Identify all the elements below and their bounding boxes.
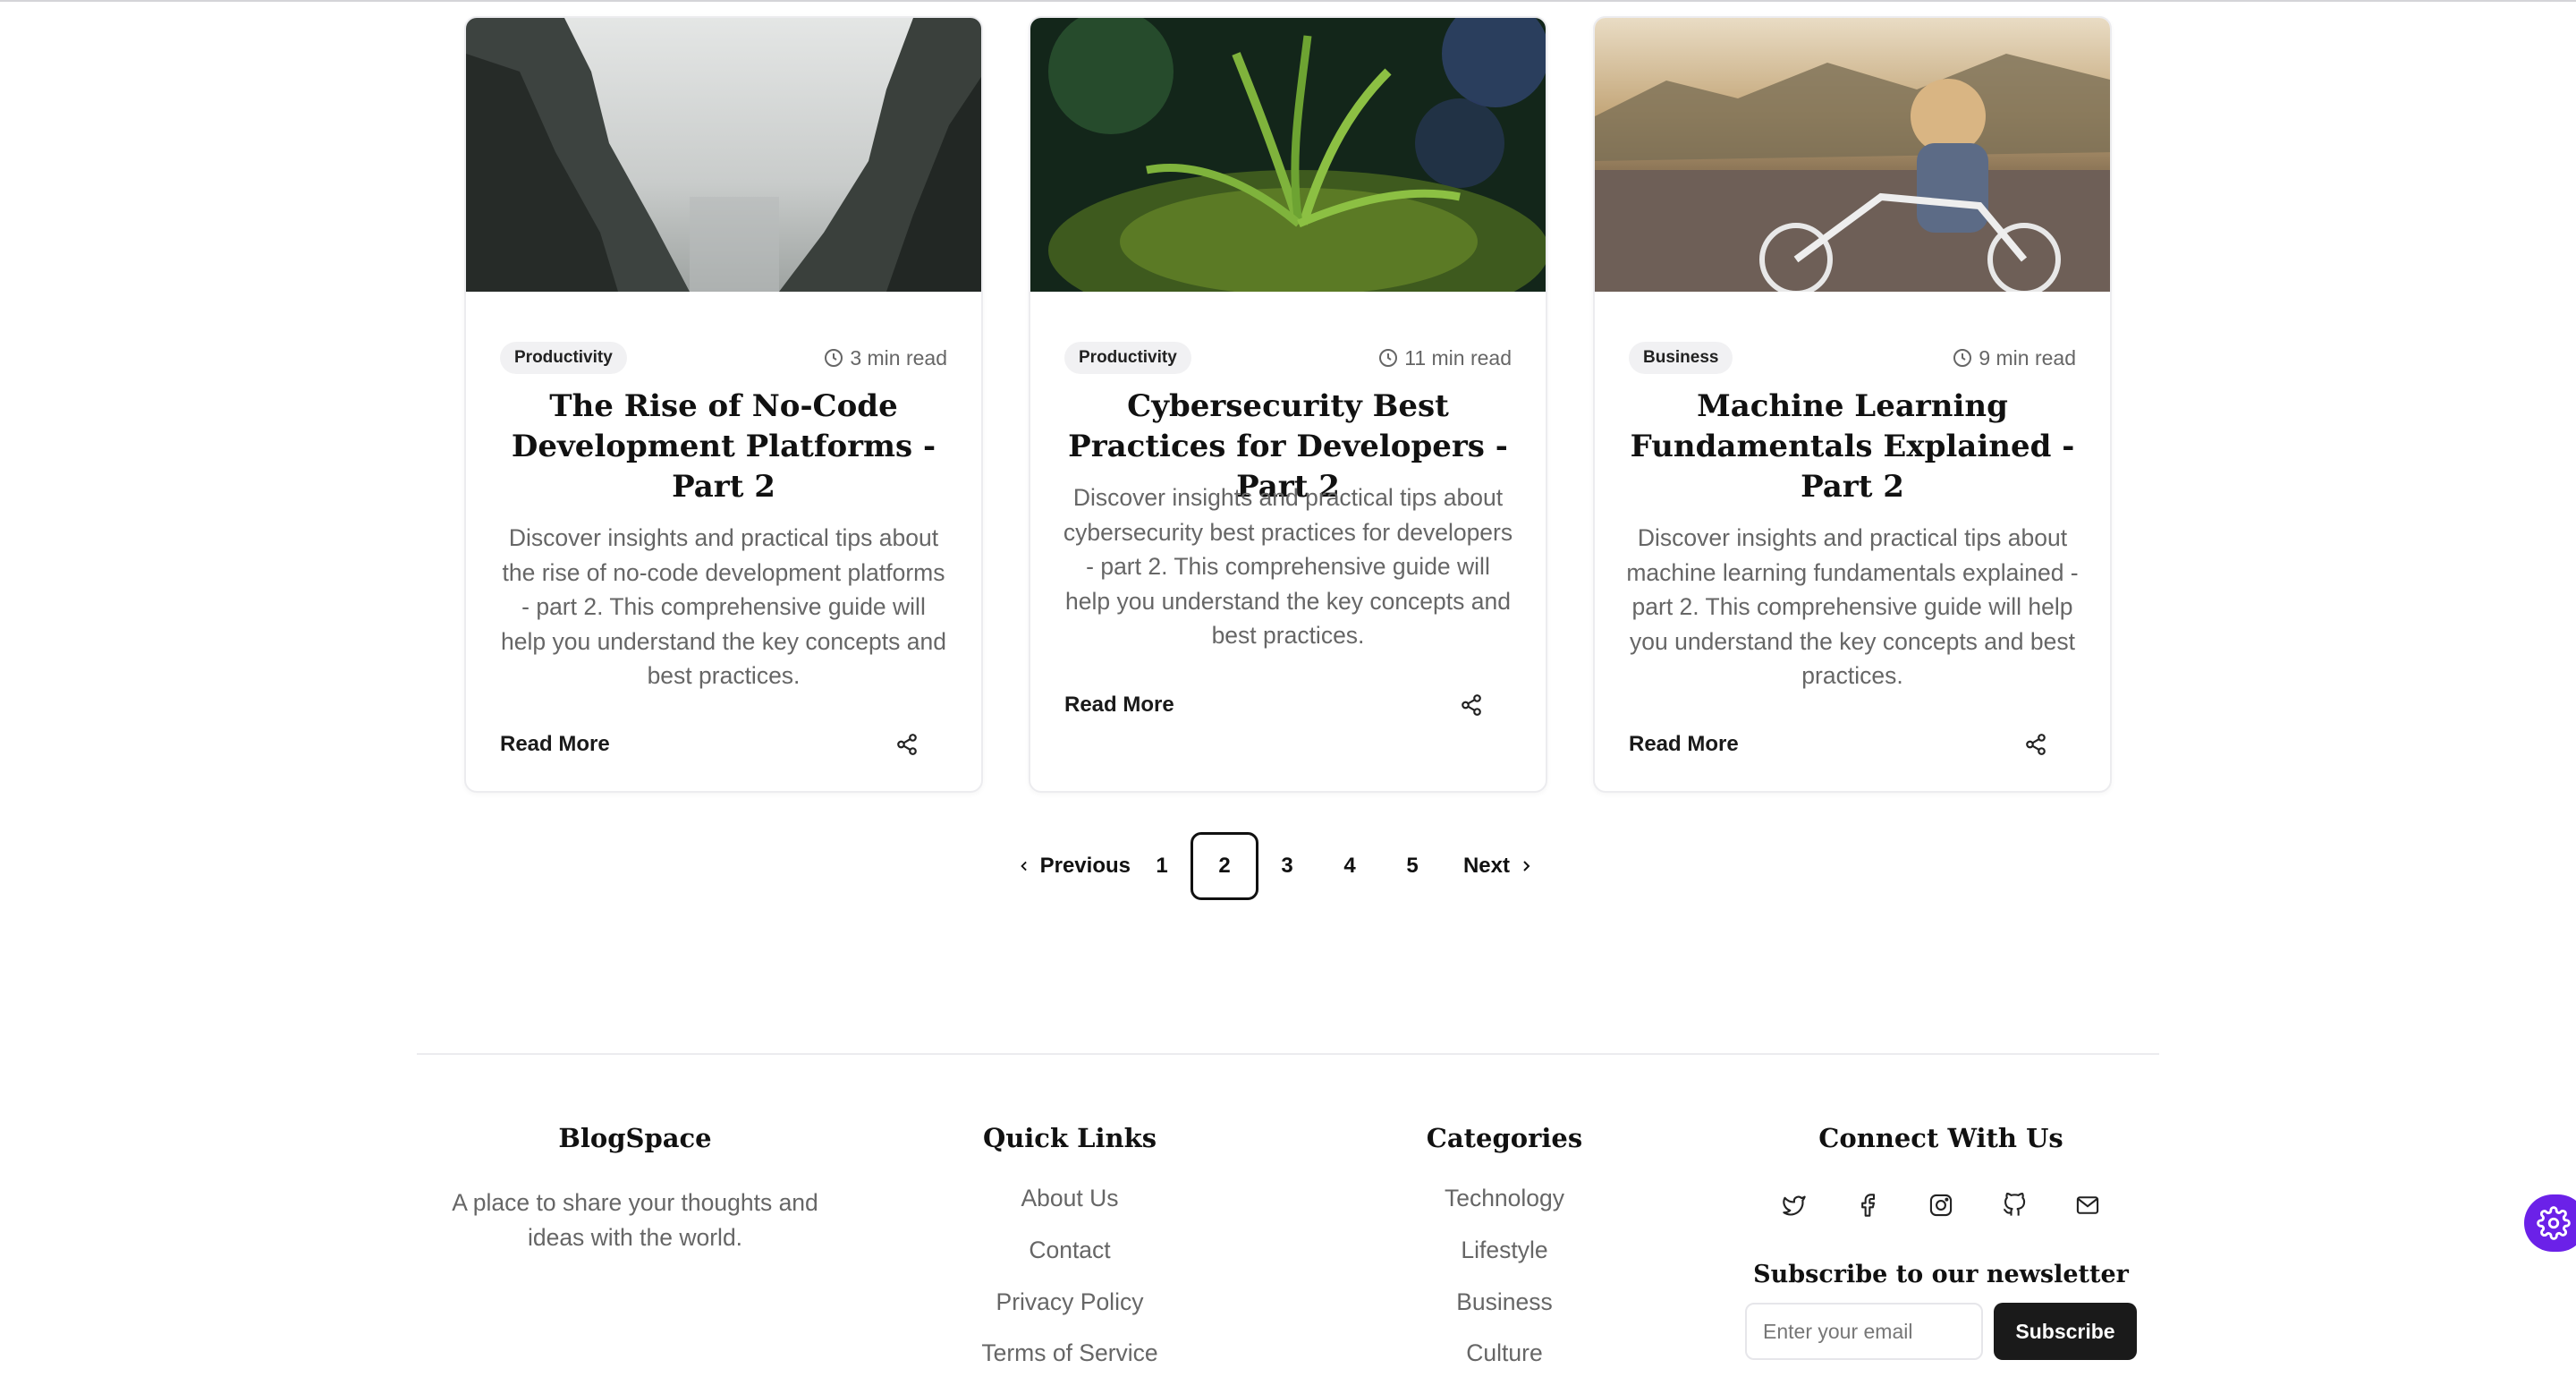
footer-link-privacy[interactable]: Privacy Policy <box>927 1277 1213 1329</box>
page-button-3[interactable]: 3 <box>1256 832 1318 900</box>
facebook-icon <box>1861 1194 1876 1217</box>
connect-heading: Connect With Us <box>1818 1123 2063 1153</box>
next-page-button[interactable]: Next <box>1444 854 1533 879</box>
read-time: 9 min read <box>1952 346 2076 370</box>
footer-category-lifestyle[interactable]: Lifestyle <box>1379 1225 1630 1277</box>
email-link[interactable] <box>2075 1193 2100 1218</box>
read-more-link[interactable]: Read More <box>500 732 610 757</box>
read-time: 11 min read <box>1377 346 1512 370</box>
post-card[interactable]: Productivity 11 min read Cybersecurity B… <box>1029 16 1547 793</box>
brand-name[interactable]: BlogSpace <box>438 1123 832 1153</box>
share-icon <box>1462 694 1481 716</box>
newsletter-heading: Subscribe to our newsletter <box>1753 1261 2129 1288</box>
quick-links-heading: Quick Links <box>982 1123 1157 1153</box>
github-icon <box>2003 1193 2026 1216</box>
post-card[interactable]: Business 9 min read Machine Learning Fun… <box>1593 16 2112 793</box>
settings-floating-button[interactable] <box>2524 1194 2576 1252</box>
twitter-icon <box>1783 1195 1806 1216</box>
category-badge[interactable]: Business <box>1629 342 1733 374</box>
share-icon <box>897 734 917 755</box>
chevron-right-icon <box>1523 861 1530 871</box>
footer-link-contact[interactable]: Contact <box>927 1225 1213 1277</box>
github-link[interactable] <box>2002 1193 2027 1218</box>
category-badge[interactable]: Productivity <box>500 342 627 374</box>
footer-link-terms[interactable]: Terms of Service <box>927 1328 1213 1380</box>
post-title[interactable]: The Rise of No-Code Development Platform… <box>500 387 947 507</box>
subscribe-button[interactable]: Subscribe <box>1994 1303 2137 1360</box>
brand-tagline: A place to share your thoughts and ideas… <box>452 1189 818 1251</box>
footer-quick-links: Quick Links About Us Contact Privacy Pol… <box>927 1123 1213 1380</box>
facebook-link[interactable] <box>1855 1193 1880 1218</box>
footer-brand: BlogSpace A place to share your thoughts… <box>438 1123 832 1254</box>
footer-category-technology[interactable]: Technology <box>1379 1173 1630 1225</box>
page-button-4[interactable]: 4 <box>1318 832 1381 900</box>
page-button-5[interactable]: 5 <box>1381 832 1444 900</box>
share-button[interactable] <box>1460 693 1483 717</box>
chevron-left-icon <box>1021 861 1027 871</box>
read-more-link[interactable]: Read More <box>1629 732 1739 757</box>
post-card[interactable]: Productivity 3 min read The Rise of No-C… <box>464 16 983 793</box>
post-thumbnail[interactable] <box>1595 18 2110 296</box>
clock-icon <box>1379 349 1398 367</box>
footer-connect: Connect With Us Subscribe to our newslet… <box>1717 1123 2165 1360</box>
post-description: Discover insights and practical tips abo… <box>1063 484 1513 650</box>
share-icon <box>2026 734 2046 755</box>
previous-label: Previous <box>1039 854 1131 878</box>
mail-icon <box>2076 1196 2099 1214</box>
share-button[interactable] <box>2024 733 2047 756</box>
next-label: Next <box>1462 854 1510 878</box>
footer-categories: Categories Technology Lifestyle Business… <box>1379 1123 1630 1380</box>
twitter-link[interactable] <box>1782 1193 1807 1218</box>
read-time-label: 11 min read <box>1404 345 1512 370</box>
footer-category-business[interactable]: Business <box>1379 1277 1630 1329</box>
category-badge[interactable]: Productivity <box>1064 342 1191 374</box>
previous-page-button[interactable]: Previous <box>1002 854 1131 879</box>
post-description: Discover insights and practical tips abo… <box>501 524 946 690</box>
pagination: Previous 1 2 3 4 5 Next <box>1002 832 1533 900</box>
read-time: 3 min read <box>823 346 947 370</box>
instagram-icon <box>1929 1194 1953 1217</box>
social-links <box>1717 1193 2165 1218</box>
clock-icon <box>1953 349 1972 367</box>
newsletter-form: Subscribe <box>1717 1303 2165 1360</box>
footer-link-about[interactable]: About Us <box>927 1173 1213 1225</box>
read-time-label: 3 min read <box>850 345 947 370</box>
page-button-2-current[interactable]: 2 <box>1191 832 1258 900</box>
read-time-label: 9 min read <box>1979 345 2076 370</box>
post-thumbnail[interactable] <box>466 18 981 292</box>
instagram-link[interactable] <box>1928 1193 1953 1218</box>
top-divider <box>0 0 2576 2</box>
page-button-1[interactable]: 1 <box>1131 832 1193 900</box>
post-description: Discover insights and practical tips abo… <box>1626 524 2079 690</box>
post-thumbnail[interactable] <box>1030 18 1546 331</box>
footer-divider <box>417 1053 2159 1055</box>
post-title[interactable]: Machine Learning Fundamentals Explained … <box>1629 387 2076 507</box>
share-button[interactable] <box>895 733 919 756</box>
newsletter-email-input[interactable] <box>1745 1303 1983 1360</box>
footer-category-culture[interactable]: Culture <box>1379 1328 1630 1380</box>
categories-heading: Categories <box>1426 1123 1583 1153</box>
gear-icon <box>2537 1206 2571 1240</box>
clock-icon <box>825 349 843 367</box>
read-more-link[interactable]: Read More <box>1064 693 1174 718</box>
